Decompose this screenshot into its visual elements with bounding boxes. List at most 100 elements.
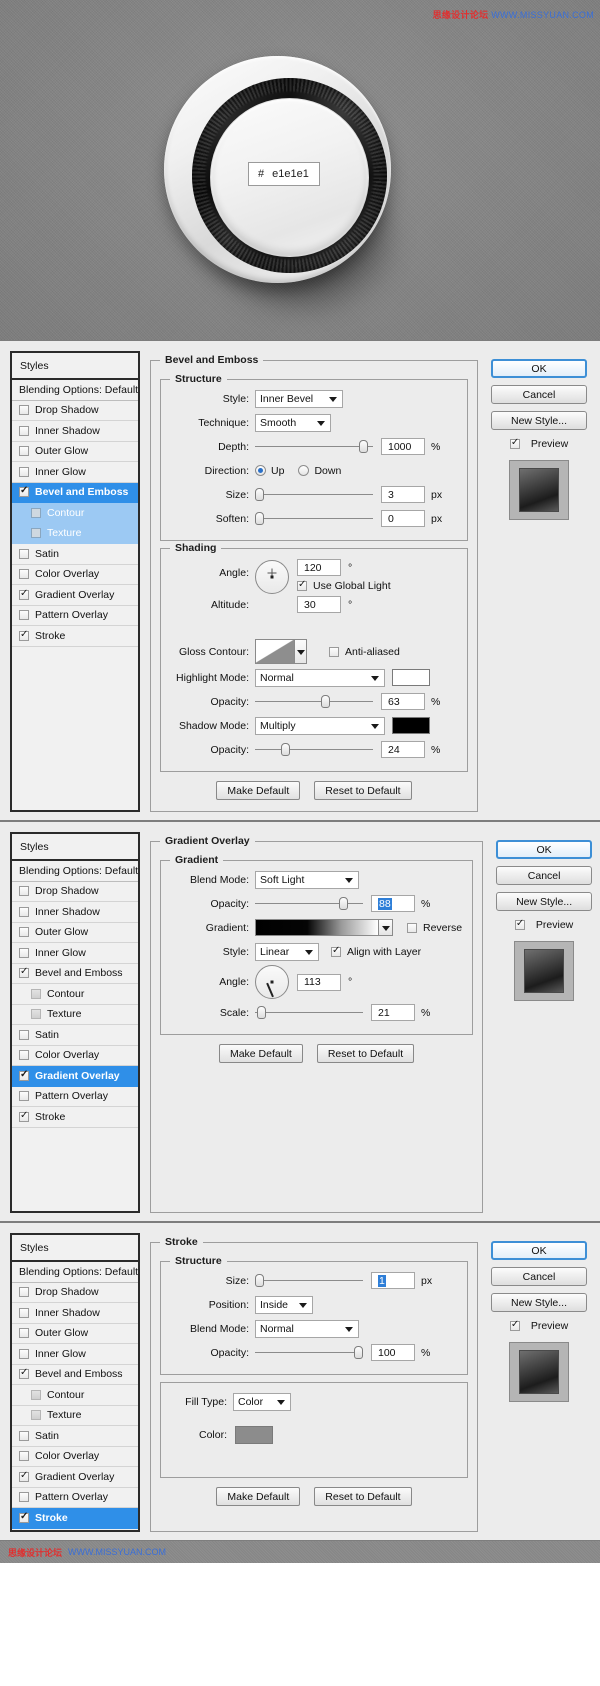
checkbox-preview[interactable] — [509, 437, 520, 449]
checkbox-pattern-overlay[interactable] — [19, 1091, 29, 1102]
checkbox-gradient-overlay[interactable] — [19, 588, 29, 600]
input-opacity[interactable]: 100 — [371, 1344, 415, 1361]
slider-size[interactable] — [255, 487, 373, 503]
sidebar-item-inner-shadow[interactable]: Inner Shadow — [12, 1303, 138, 1324]
select-bevel-style[interactable]: Inner Bevel — [255, 389, 343, 408]
new-style-button[interactable]: New Style... — [491, 411, 587, 430]
preview-checkbox-row[interactable]: Preview — [509, 437, 568, 450]
sidebar-item-inner-glow[interactable]: Inner Glow — [12, 462, 138, 483]
reset-to-default-button[interactable]: Reset to Default — [314, 781, 412, 800]
sidebar-item-stroke[interactable]: Stroke — [12, 1508, 138, 1529]
sidebar-item-gradient-overlay[interactable]: Gradient Overlay — [12, 1066, 138, 1087]
checkbox-outer-glow[interactable] — [19, 927, 29, 938]
checkbox-color-overlay[interactable] — [19, 1451, 29, 1462]
sidebar-item-contour[interactable]: Contour — [12, 1385, 138, 1406]
checkbox-bevel-and-emboss[interactable] — [19, 485, 29, 498]
angle-dial-gradient[interactable] — [255, 965, 289, 999]
slider-thumb[interactable] — [321, 694, 330, 708]
select-gradient-style[interactable]: Linear — [255, 942, 319, 961]
checkbox-bevel-and-emboss[interactable] — [19, 1367, 29, 1380]
cancel-button[interactable]: Cancel — [491, 1267, 587, 1286]
reset-to-default-button[interactable]: Reset to Default — [314, 1487, 412, 1506]
cancel-button[interactable]: Cancel — [496, 866, 593, 885]
slider-thumb[interactable] — [354, 1345, 363, 1359]
checkbox-texture[interactable] — [31, 1410, 41, 1421]
gloss-contour-picker[interactable] — [255, 639, 307, 664]
input-size[interactable]: 3 — [381, 486, 425, 503]
slider-thumb[interactable] — [255, 511, 264, 525]
sidebar-item-drop-shadow[interactable]: Drop Shadow — [12, 882, 138, 902]
sidebar-item-pattern-overlay[interactable]: Pattern Overlay — [12, 606, 138, 626]
checkbox-gradient-overlay[interactable] — [19, 1069, 29, 1081]
slider-soften[interactable] — [255, 511, 373, 527]
gradient-preview-bar[interactable] — [255, 919, 379, 936]
sidebar-item-inner-glow[interactable]: Inner Glow — [12, 1344, 138, 1365]
checkbox-align-with-layer[interactable] — [331, 945, 341, 957]
color-swatch-shadow[interactable] — [392, 717, 430, 734]
make-default-button[interactable]: Make Default — [216, 781, 301, 800]
input-angle[interactable]: 113 — [297, 973, 341, 991]
checkbox-pattern-overlay[interactable] — [19, 1492, 29, 1503]
sidebar-item-satin[interactable]: Satin — [12, 1426, 138, 1447]
input-shadow-opacity[interactable]: 24 — [381, 741, 425, 758]
preview-checkbox-row[interactable]: Preview — [509, 1319, 568, 1332]
sidebar-item-texture[interactable]: Texture — [12, 523, 138, 544]
input-opacity[interactable]: 88 — [371, 895, 415, 912]
cancel-button[interactable]: Cancel — [491, 385, 587, 404]
input-highlight-opacity[interactable]: 63 — [381, 693, 425, 710]
checkbox-use-global-light[interactable] — [297, 579, 307, 591]
ok-button[interactable]: OK — [496, 840, 593, 859]
slider-highlight-opacity[interactable] — [255, 694, 373, 710]
checkbox-contour[interactable] — [31, 988, 41, 999]
sidebar-item-blending-options[interactable]: Blending Options: Default — [12, 1262, 138, 1283]
sidebar-item-drop-shadow[interactable]: Drop Shadow — [12, 1283, 138, 1303]
slider-thumb[interactable] — [359, 439, 368, 453]
slider-scale[interactable] — [255, 1005, 363, 1021]
checkbox-bevel-and-emboss[interactable] — [19, 966, 29, 979]
slider-depth[interactable] — [255, 439, 373, 455]
chevron-down-icon[interactable] — [379, 919, 393, 936]
make-default-button[interactable]: Make Default — [216, 1487, 301, 1506]
slider-opacity[interactable] — [255, 896, 363, 912]
select-blend-mode[interactable]: Normal — [255, 1319, 359, 1338]
sidebar-item-pattern-overlay[interactable]: Pattern Overlay — [12, 1488, 138, 1508]
select-blend-mode[interactable]: Soft Light — [255, 870, 359, 889]
input-altitude[interactable]: 30 — [297, 596, 341, 613]
checkbox-gradient-overlay[interactable] — [19, 1470, 29, 1482]
checkbox-stroke[interactable] — [19, 1110, 29, 1122]
radio-direction-down[interactable] — [298, 465, 310, 476]
slider-thumb[interactable] — [255, 1273, 264, 1287]
sidebar-item-color-overlay[interactable]: Color Overlay — [12, 1447, 138, 1467]
sidebar-item-outer-glow[interactable]: Outer Glow — [12, 442, 138, 462]
new-style-button[interactable]: New Style... — [491, 1293, 587, 1312]
checkbox-preview[interactable] — [509, 1319, 520, 1331]
ok-button[interactable]: OK — [491, 359, 587, 378]
input-soften[interactable]: 0 — [381, 510, 425, 527]
checkbox-drop-shadow[interactable] — [19, 1287, 29, 1298]
checkbox-anti-aliased[interactable] — [329, 646, 339, 657]
sidebar-item-color-overlay[interactable]: Color Overlay — [12, 1046, 138, 1066]
checkbox-contour[interactable] — [31, 1389, 41, 1400]
angle-dial-bevel[interactable] — [255, 560, 289, 594]
select-technique[interactable]: Smooth — [255, 413, 331, 432]
checkbox-pattern-overlay[interactable] — [19, 610, 29, 621]
checkbox-satin[interactable] — [19, 548, 29, 559]
checkbox-satin[interactable] — [19, 1029, 29, 1040]
checkbox-texture[interactable] — [31, 528, 41, 539]
checkbox-inner-shadow[interactable] — [19, 906, 29, 917]
sidebar-item-inner-shadow[interactable]: Inner Shadow — [12, 421, 138, 442]
new-style-button[interactable]: New Style... — [496, 892, 593, 911]
checkbox-row-use-global-light[interactable]: Use Global Light — [297, 579, 391, 592]
checkbox-drop-shadow[interactable] — [19, 886, 29, 897]
slider-thumb[interactable] — [257, 1005, 266, 1019]
checkbox-outer-glow[interactable] — [19, 1328, 29, 1339]
checkbox-inner-glow[interactable] — [19, 1348, 29, 1359]
sidebar-item-stroke[interactable]: Stroke — [12, 1107, 138, 1128]
sidebar-item-gradient-overlay[interactable]: Gradient Overlay — [12, 1467, 138, 1488]
checkbox-drop-shadow[interactable] — [19, 405, 29, 416]
select-highlight-mode[interactable]: Normal — [255, 668, 385, 687]
select-position[interactable]: Inside — [255, 1295, 313, 1314]
radio-direction-up[interactable] — [255, 465, 266, 476]
sidebar-item-stroke[interactable]: Stroke — [12, 626, 138, 647]
checkbox-stroke[interactable] — [19, 629, 29, 641]
